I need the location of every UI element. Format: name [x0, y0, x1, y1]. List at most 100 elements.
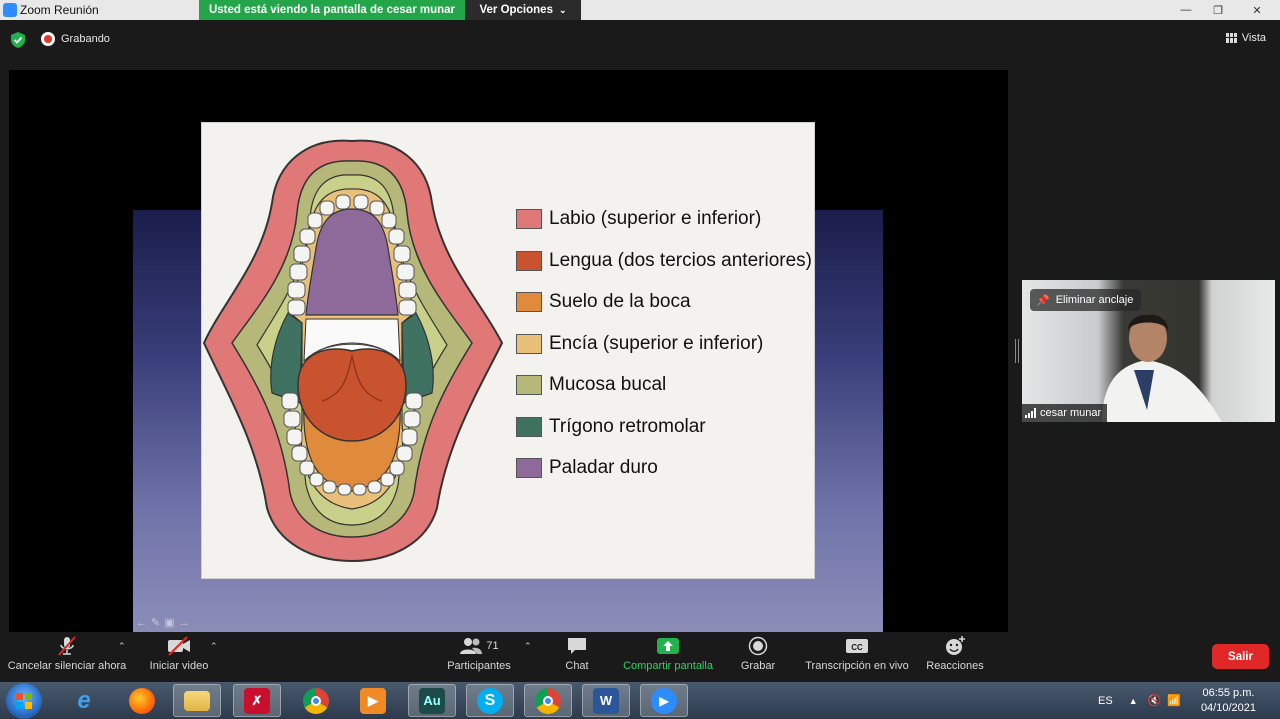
clock-time: 06:55 p.m. — [1202, 687, 1255, 699]
legend-item: Mucosa bucal — [516, 373, 812, 415]
system-tray: ES ▲ 🔇 📶 — [1098, 682, 1181, 719]
unmute-button[interactable]: Cancelar silenciar ahora — [8, 632, 126, 682]
live-transcription-button[interactable]: CC Transcripción en vivo — [802, 632, 912, 682]
legend-swatch — [516, 458, 542, 478]
chrome-icon — [303, 687, 329, 714]
previous-slide-icon[interactable]: ← — [136, 617, 147, 629]
window-controls: — ❐ ✕ — [1170, 0, 1280, 20]
chat-button[interactable]: Chat — [560, 632, 594, 682]
zoom-app-icon — [3, 3, 17, 17]
view-label: Vista — [1241, 32, 1266, 44]
reactions-label: Reacciones — [926, 660, 984, 672]
participants-icon — [460, 638, 483, 654]
participants-button[interactable]: 71 Participantes — [446, 632, 512, 682]
legend-swatch — [516, 333, 542, 354]
record-label: Grabar — [740, 660, 776, 672]
participants-label: Participantes — [447, 660, 511, 672]
language-indicator[interactable]: ES — [1098, 695, 1113, 707]
taskbar-chrome-2[interactable] — [524, 684, 572, 717]
participant-name-tag: cesar munar — [1022, 404, 1108, 422]
close-icon: ✕ — [1252, 4, 1262, 17]
legend-swatch — [516, 375, 542, 395]
unmute-label: Cancelar silenciar ahora — [7, 660, 127, 672]
chat-icon — [568, 638, 586, 654]
close-button[interactable]: ✕ — [1234, 0, 1280, 20]
legend-label: Suelo de la boca — [549, 291, 691, 312]
panel-splitter[interactable] — [1015, 339, 1019, 363]
taskbar-audition[interactable]: Au — [408, 684, 456, 717]
live-transcription-label: Transcripción en vivo — [805, 660, 909, 672]
legend-label: Encía (superior e inferior) — [549, 332, 764, 354]
view-button[interactable]: Vista — [1225, 32, 1266, 44]
skype-icon: S — [477, 687, 503, 714]
shared-screen[interactable]: Labio (superior e inferior) Lengua (dos t… — [9, 70, 1008, 632]
participants-count: 71 — [486, 640, 499, 652]
reactions-button[interactable]: Reacciones — [924, 632, 986, 682]
leave-label: Salir — [1228, 650, 1253, 663]
video-options-caret[interactable]: ⌃ — [210, 641, 218, 652]
audition-icon: Au — [419, 687, 445, 714]
view-options-button[interactable]: Ver Opciones ⌄ — [465, 0, 581, 20]
next-slide-icon[interactable]: → — [179, 617, 190, 629]
presentation-slide: Labio (superior e inferior) Lengua (dos t… — [201, 122, 815, 579]
restore-icon: ❐ — [1213, 4, 1223, 17]
legend-item: Trígono retromolar — [516, 415, 812, 457]
chat-label: Chat — [565, 660, 589, 672]
reactions-smiley-icon — [946, 636, 965, 655]
tray-expand-icon[interactable]: ▲ — [1129, 696, 1138, 706]
taskbar-word[interactable]: W — [582, 684, 630, 717]
taskbar-firefox[interactable] — [118, 684, 166, 717]
start-video-button[interactable]: Iniciar video — [146, 632, 212, 682]
legend-swatch — [516, 250, 542, 271]
record-icon — [748, 636, 768, 656]
speaker-muted-icon[interactable]: 🔇 — [1148, 694, 1162, 707]
taskbar-media-player[interactable]: ▶ — [349, 684, 397, 717]
taskbar-skype[interactable]: S — [466, 684, 514, 717]
network-icon[interactable]: 📶 — [1167, 694, 1181, 707]
leave-meeting-button[interactable]: Salir — [1212, 644, 1269, 669]
taskbar-internet-explorer[interactable]: e — [60, 684, 108, 717]
legend-swatch — [516, 292, 542, 312]
windows-taskbar: e ✗ ▶ Au S W ▶ ES ▲ 🔇 📶 06:55 p.m. 04/10… — [0, 682, 1280, 719]
start-video-label: Iniciar video — [149, 660, 209, 672]
video-camera-off-icon — [168, 636, 190, 656]
pin-icon: 📌 — [1036, 294, 1050, 307]
zoom-icon: ▶ — [651, 687, 677, 714]
maximize-button[interactable]: ❐ — [1202, 0, 1234, 20]
svg-text:CC: CC — [851, 643, 863, 652]
taskbar-pdf-app[interactable]: ✗ — [233, 684, 281, 717]
legend-swatch — [516, 209, 542, 229]
record-button[interactable]: Grabar — [738, 632, 778, 682]
legend-swatch — [516, 416, 542, 437]
view-options-label: Ver Opciones — [479, 4, 553, 16]
share-screen-button[interactable]: Compartir pantalla — [620, 632, 716, 682]
recording-label: Grabando — [61, 33, 110, 45]
taskbar-zoom[interactable]: ▶ — [640, 684, 688, 717]
clock-date: 04/10/2021 — [1200, 702, 1256, 714]
slides-menu-icon[interactable]: ▣ — [164, 616, 174, 629]
microphone-muted-icon — [58, 636, 76, 656]
diagram-legend: Labio (superior e inferior) Lengua (dos t… — [516, 207, 812, 498]
legend-item: Suelo de la boca — [516, 290, 812, 332]
share-screen-label: Compartir pantalla — [623, 660, 713, 672]
unpin-button[interactable]: 📌 Eliminar anclaje — [1030, 289, 1142, 311]
title-bar: Zoom Reunión Usted está viendo la pantal… — [0, 0, 1280, 20]
legend-label: Trígono retromolar — [549, 415, 706, 437]
audio-options-caret[interactable]: ⌃ — [118, 641, 126, 652]
signal-strength-icon — [1025, 408, 1036, 418]
grid-view-icon — [1225, 33, 1237, 43]
participant-name: cesar munar — [1040, 407, 1102, 419]
internet-explorer-icon: e — [77, 686, 91, 714]
participant-video-tile[interactable]: 📌 Eliminar anclaje cesar munar — [1022, 280, 1275, 422]
encryption-shield-icon[interactable] — [11, 32, 25, 48]
legend-item: Labio (superior e inferior) — [516, 207, 812, 249]
participants-options-caret[interactable]: ⌃ — [524, 641, 532, 652]
start-button[interactable] — [6, 683, 42, 719]
meeting-status-bar: Grabando Vista — [0, 20, 1280, 60]
taskbar-chrome[interactable] — [292, 684, 340, 717]
minimize-button[interactable]: — — [1170, 0, 1202, 20]
system-clock[interactable]: 06:55 p.m. 04/10/2021 — [1201, 686, 1256, 716]
taskbar-file-explorer[interactable] — [173, 684, 221, 717]
pen-icon[interactable]: ✎ — [151, 616, 160, 629]
legend-label: Labio (superior e inferior) — [549, 208, 762, 229]
